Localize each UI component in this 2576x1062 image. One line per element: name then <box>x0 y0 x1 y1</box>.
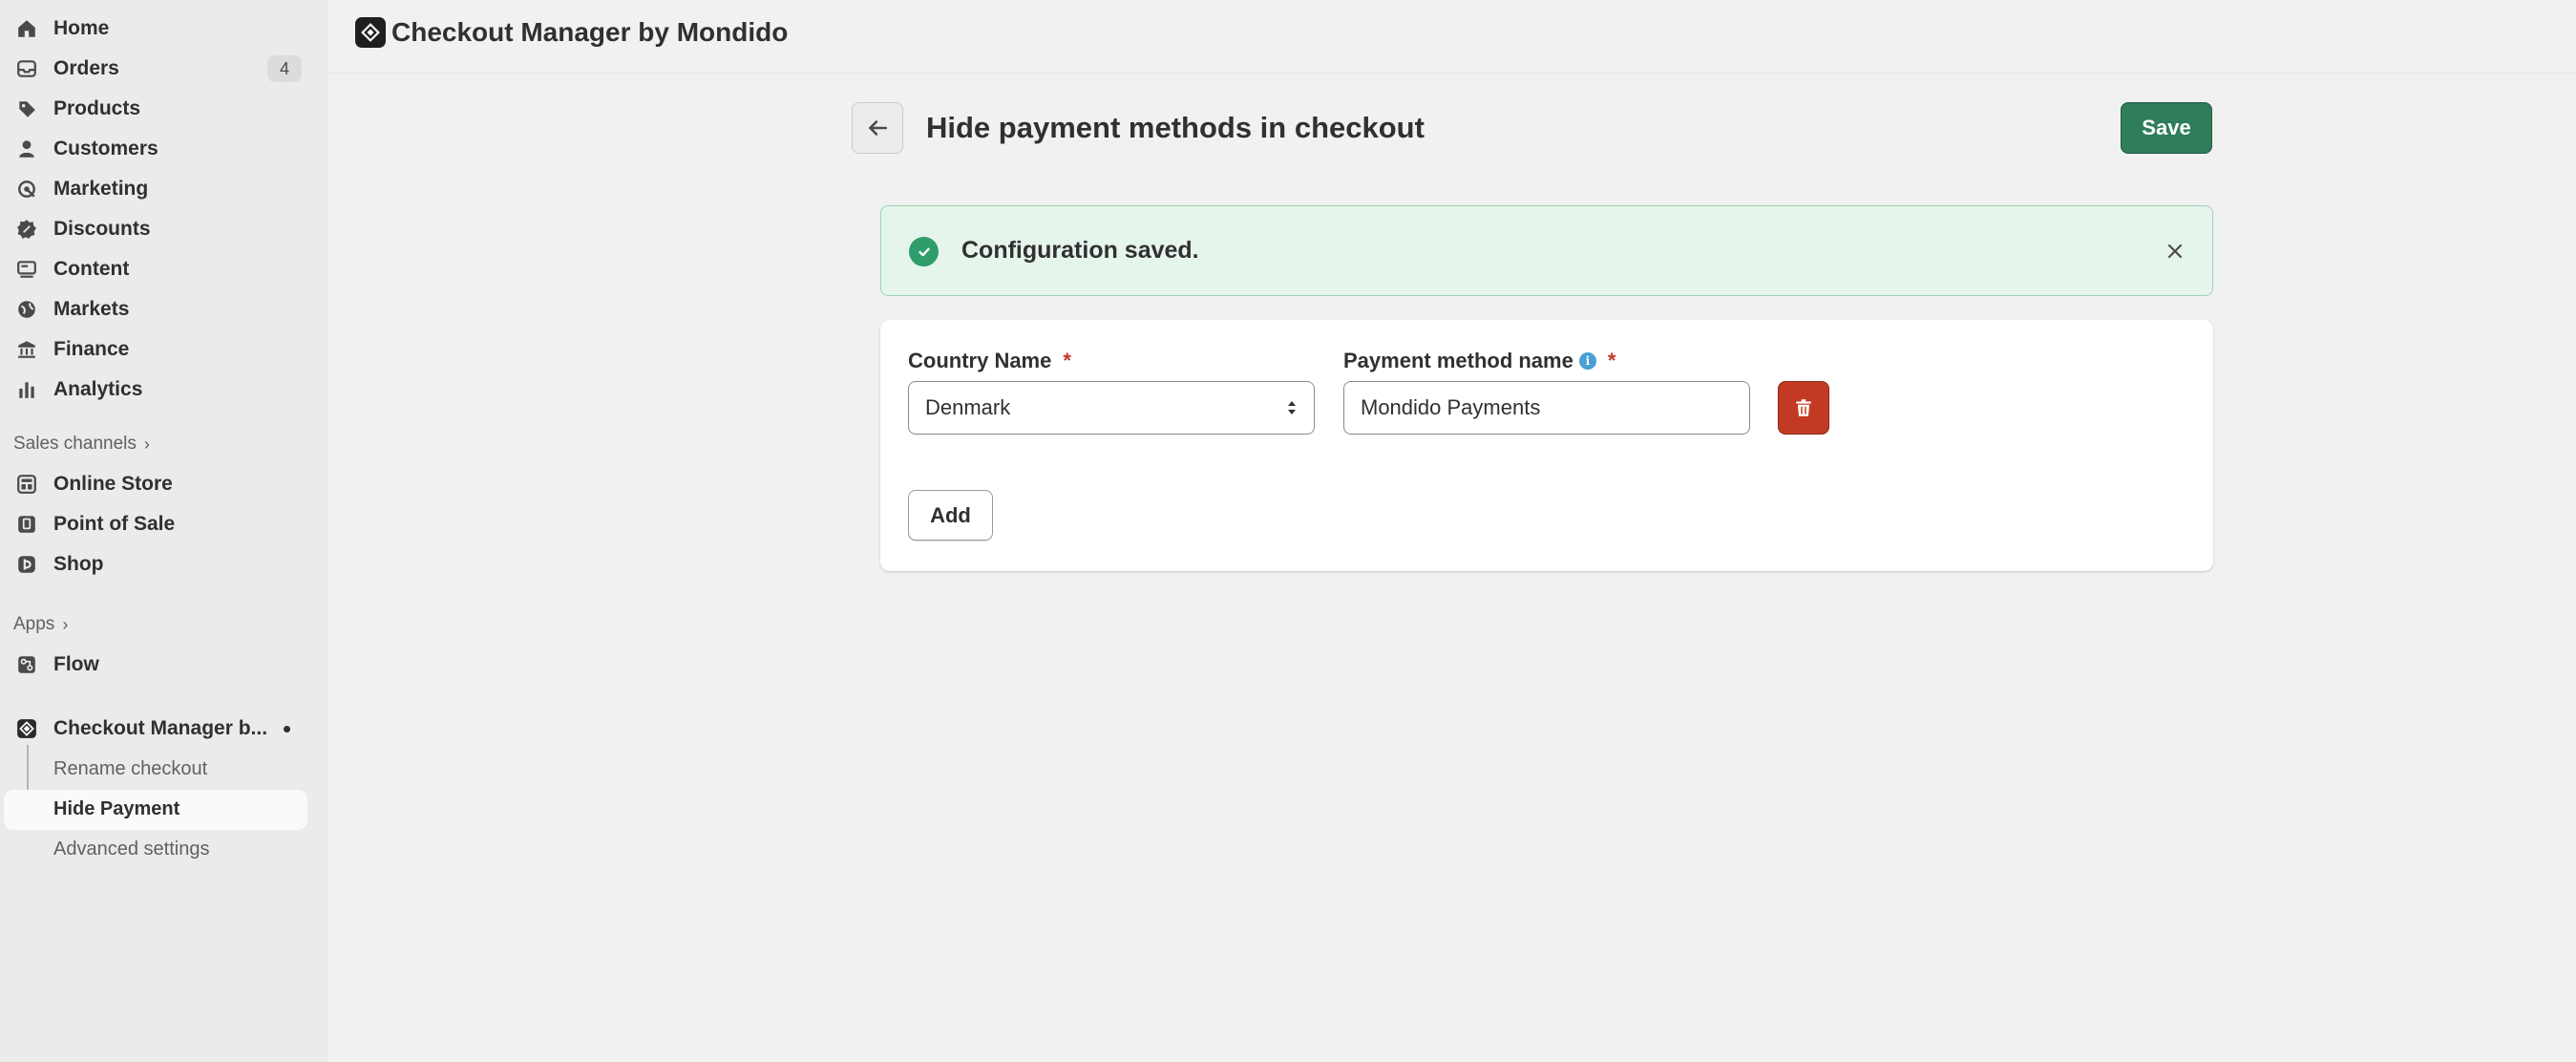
target-icon <box>15 178 38 201</box>
payment-method-value: Mondido Payments <box>1361 395 1541 419</box>
select-arrows-icon <box>1287 398 1297 417</box>
sidebar-subitem-hide-payment[interactable]: Hide Payment <box>53 798 179 820</box>
sidebar-item-checkout-manager[interactable]: Checkout Manager b... <box>0 710 328 748</box>
sidebar-item-label: Flow <box>53 653 99 675</box>
success-banner: Configuration saved. <box>880 205 2213 296</box>
mondido-icon <box>15 717 38 740</box>
sidebar-item-label: Markets <box>53 298 130 320</box>
add-row-button[interactable]: Add <box>908 490 993 541</box>
flow-icon <box>15 653 38 676</box>
pos-icon <box>15 513 38 536</box>
required-marker: * <box>1063 349 1071 372</box>
country-select[interactable]: Denmark <box>908 381 1315 435</box>
sidebar-item-analytics[interactable]: Analytics <box>0 371 328 409</box>
sidebar-item-label: Customers <box>53 138 158 159</box>
app-title: Checkout Manager by Mondido <box>391 17 789 47</box>
person-icon <box>15 138 38 160</box>
sidebar-item-label: Discounts <box>53 218 151 240</box>
sidebar-subitem-advanced-settings[interactable]: Advanced settings <box>53 839 209 860</box>
apps-heading[interactable]: Apps › <box>13 614 68 635</box>
sidebar-item-label: Checkout Manager b... <box>53 717 268 739</box>
orders-count-badge: 4 <box>267 55 302 82</box>
payment-method-input[interactable]: Mondido Payments <box>1343 381 1750 435</box>
content-icon <box>15 258 38 281</box>
tag-icon <box>15 97 38 120</box>
sidebar: Home Orders 4 Products Customers Marketi… <box>0 0 328 1062</box>
info-icon[interactable]: i <box>1578 352 1596 370</box>
orders-icon <box>15 57 38 80</box>
arrow-left-icon <box>869 120 887 136</box>
page-title: Hide payment methods in checkout <box>926 111 1425 144</box>
sidebar-item-flow[interactable]: Flow <box>0 646 328 684</box>
store-icon <box>15 473 38 496</box>
hide-payment-card: Country Name * Denmark Payment method nam… <box>880 320 2213 571</box>
chevron-right-icon: › <box>62 614 69 634</box>
app-header: Checkout Manager by Mondido <box>355 17 788 48</box>
country-select-value: Denmark <box>925 395 1011 419</box>
banner-message: Configuration saved. <box>961 237 1199 264</box>
home-icon <box>15 17 38 40</box>
back-button[interactable] <box>852 102 903 154</box>
sidebar-item-finance[interactable]: Finance <box>0 330 328 369</box>
sidebar-item-label: Home <box>53 17 110 39</box>
sidebar-item-label: Content <box>53 258 130 280</box>
required-marker: * <box>1607 349 1616 372</box>
header-divider <box>328 73 2576 74</box>
sidebar-item-marketing[interactable]: Marketing <box>0 170 328 208</box>
sidebar-item-label: Analytics <box>53 378 143 400</box>
sidebar-item-point-of-sale[interactable]: Point of Sale <box>0 505 328 543</box>
shop-icon <box>15 553 38 576</box>
close-icon[interactable] <box>2161 237 2189 266</box>
pin-dot-icon <box>284 726 290 733</box>
sidebar-item-customers[interactable]: Customers <box>0 130 328 168</box>
payment-method-name-label: Payment method name i * <box>1343 349 1615 373</box>
sidebar-item-label: Online Store <box>53 473 173 495</box>
discount-icon <box>15 218 38 241</box>
globe-icon <box>15 298 38 321</box>
sidebar-item-label: Products <box>53 97 141 119</box>
sidebar-item-label: Shop <box>53 553 104 575</box>
sales-channels-label: Sales channels <box>13 434 137 454</box>
trash-icon <box>1796 399 1811 416</box>
delete-row-button[interactable] <box>1778 381 1829 435</box>
sidebar-item-home[interactable]: Home <box>0 10 328 48</box>
country-label-text: Country Name <box>908 349 1052 372</box>
sidebar-item-products[interactable]: Products <box>0 90 328 128</box>
bank-icon <box>15 338 38 361</box>
apps-label: Apps <box>13 614 55 634</box>
bar-chart-icon <box>15 378 38 401</box>
sidebar-item-label: Point of Sale <box>53 513 176 535</box>
sidebar-item-content[interactable]: Content <box>0 250 328 288</box>
sidebar-item-shop[interactable]: Shop <box>0 545 328 584</box>
save-button[interactable]: Save <box>2121 102 2212 154</box>
sidebar-item-orders[interactable]: Orders 4 <box>0 50 328 88</box>
sidebar-item-label: Finance <box>53 338 130 360</box>
sidebar-item-markets[interactable]: Markets <box>0 290 328 329</box>
sidebar-item-online-store[interactable]: Online Store <box>0 465 328 503</box>
sidebar-item-discounts[interactable]: Discounts <box>0 210 328 248</box>
sales-channels-heading[interactable]: Sales channels › <box>13 434 150 455</box>
chevron-right-icon: › <box>143 434 150 454</box>
mondido-logo-icon <box>355 17 386 48</box>
country-name-label: Country Name * <box>908 349 1071 373</box>
sidebar-item-label: Orders <box>53 57 119 79</box>
sidebar-item-label: Marketing <box>53 178 149 200</box>
check-circle-icon <box>909 237 939 266</box>
sidebar-subitem-rename-checkout[interactable]: Rename checkout <box>53 758 207 780</box>
payment-label-text: Payment method name <box>1343 349 1573 372</box>
